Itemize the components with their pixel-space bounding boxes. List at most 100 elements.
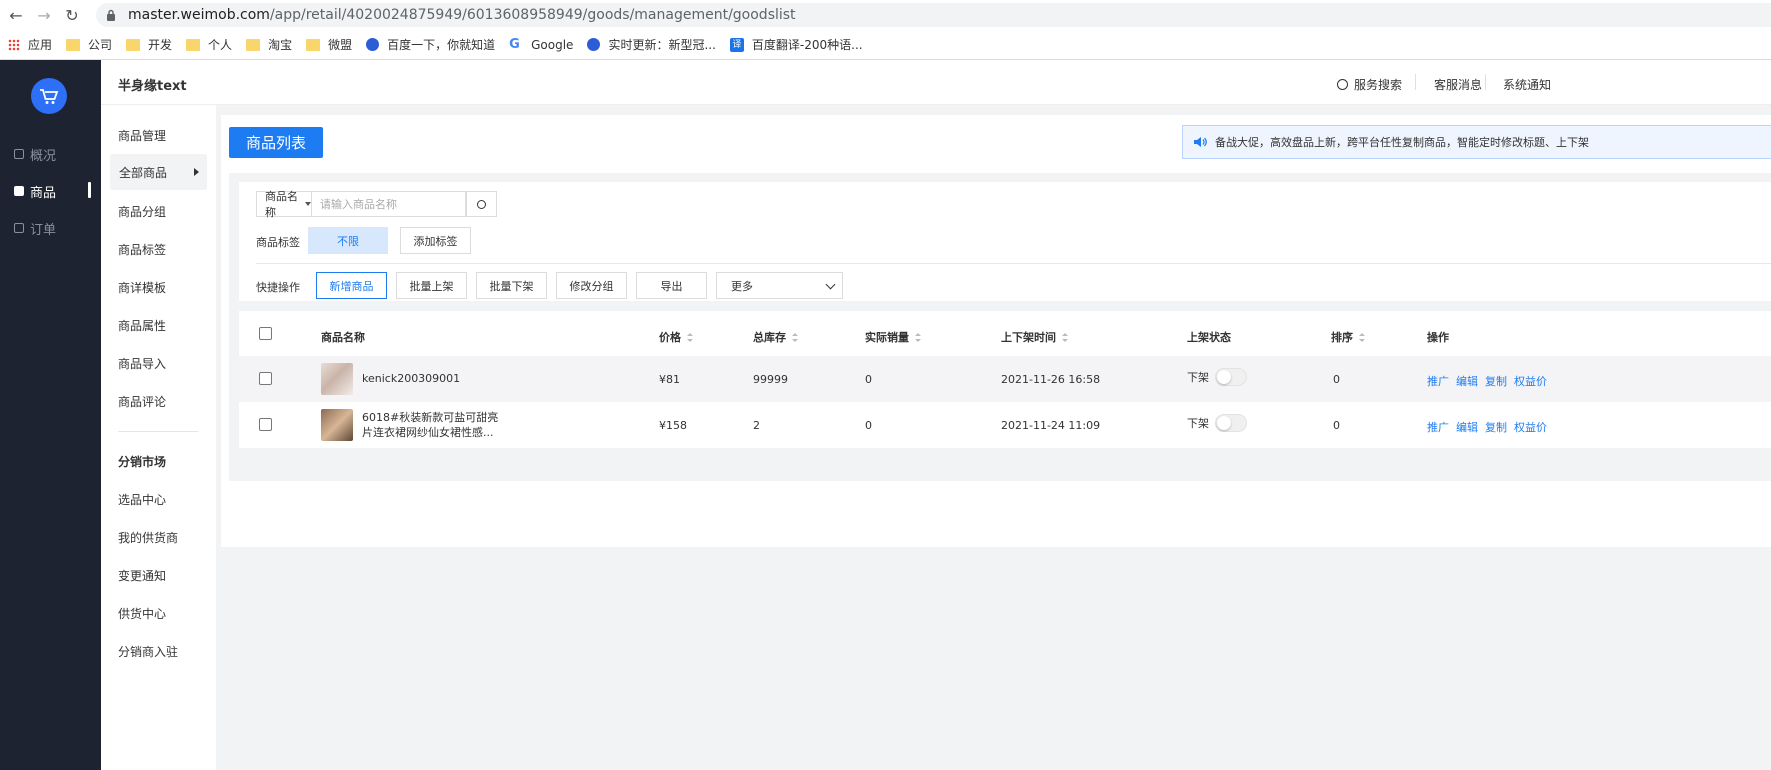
- submenu-goods-group[interactable]: 商品分组: [118, 203, 166, 220]
- batch-off-shelf-button[interactable]: 批量下架: [476, 272, 547, 299]
- submenu-goods-review[interactable]: 商品评论: [118, 393, 166, 410]
- product-time: 2021-11-26 16:58: [1001, 373, 1101, 386]
- tag-any-button[interactable]: 不限: [308, 227, 388, 254]
- cart-logo-icon[interactable]: [31, 78, 67, 114]
- bookmark-folder[interactable]: 开发: [126, 36, 172, 53]
- overview-icon: [14, 149, 24, 159]
- bookmark-news[interactable]: 实时更新：新型冠...: [587, 36, 716, 53]
- search-button[interactable]: [466, 191, 497, 217]
- search-icon: [1337, 79, 1348, 90]
- benefit-price-link[interactable]: 权益价: [1514, 419, 1547, 435]
- submenu-distributor-join[interactable]: 分销商入驻: [118, 643, 178, 660]
- submenu-goods-import[interactable]: 商品导入: [118, 355, 166, 372]
- tag-filter-label: 商品标签: [256, 236, 300, 249]
- submenu-supply-center[interactable]: 供货中心: [118, 605, 166, 622]
- bookmark-apps[interactable]: 应用: [8, 36, 52, 53]
- sort-icon: [915, 332, 921, 342]
- content-area: 商品名称 商品标签 不限 添加标签 快捷操作 新增商品 批量上架 批量下架 修改…: [229, 173, 1771, 481]
- submenu-goods-management[interactable]: 商品管理: [118, 127, 166, 144]
- bookmark-folder[interactable]: 淘宝: [246, 36, 292, 53]
- benefit-price-link[interactable]: 权益价: [1514, 373, 1547, 389]
- promote-link[interactable]: 推广: [1427, 373, 1449, 389]
- submenu-my-suppliers[interactable]: 我的供货商: [118, 529, 178, 546]
- product-status: 下架: [1187, 371, 1209, 384]
- product-time: 2021-11-24 11:09: [1001, 419, 1101, 432]
- product-thumbnail[interactable]: [321, 363, 353, 395]
- field-select-label: 商品名称: [265, 190, 298, 219]
- batch-on-shelf-button[interactable]: 批量上架: [396, 272, 467, 299]
- bookmark-label: 个人: [208, 38, 233, 52]
- col-header-time[interactable]: 上下架时间: [1001, 329, 1068, 345]
- submenu-all-goods[interactable]: 全部商品: [110, 154, 207, 190]
- submenu-detail-template[interactable]: 商详模板: [118, 279, 166, 296]
- bookmark-google[interactable]: G Google: [509, 37, 573, 52]
- select-all-checkbox[interactable]: [259, 327, 272, 340]
- row-checkbox[interactable]: [259, 372, 272, 385]
- sort-icon: [1062, 332, 1068, 342]
- search-icon: [477, 199, 486, 209]
- col-header-stock[interactable]: 总库存: [753, 329, 798, 345]
- col-header-ops: 操作: [1427, 331, 1449, 344]
- submenu-selection-center[interactable]: 选品中心: [118, 491, 166, 508]
- change-group-button[interactable]: 修改分组: [556, 272, 627, 299]
- search-group: 商品名称: [256, 190, 466, 219]
- edit-link[interactable]: 编辑: [1456, 419, 1478, 435]
- apps-grid-icon: [8, 38, 20, 51]
- bookmark-folder[interactable]: 公司: [66, 36, 112, 53]
- col-header-sales[interactable]: 实际销量: [865, 329, 921, 345]
- page-title-tab[interactable]: 商品列表: [229, 127, 323, 158]
- product-thumbnail[interactable]: [321, 409, 353, 441]
- speaker-icon: [1193, 136, 1207, 148]
- bookmark-folder[interactable]: 个人: [186, 36, 232, 53]
- edit-link[interactable]: 编辑: [1456, 373, 1478, 389]
- service-search-link[interactable]: 服务搜索: [1337, 76, 1402, 93]
- field-select[interactable]: 商品名称: [257, 190, 312, 219]
- filter-panel: 商品名称 商品标签 不限 添加标签 快捷操作 新增商品 批量上架 批量下架 修改…: [239, 182, 1771, 301]
- product-name[interactable]: kenick200309001: [362, 372, 460, 385]
- bookmark-translate[interactable]: 译百度翻译-200种语...: [729, 36, 863, 53]
- sidebar-item-overview[interactable]: 概况: [14, 144, 56, 164]
- reload-icon[interactable]: ↻: [58, 1, 86, 29]
- more-select[interactable]: 更多: [716, 272, 843, 299]
- sidebar-item-goods[interactable]: 商品: [14, 181, 56, 201]
- table-row: kenick200309001 ¥81 99999 0 2021-11-26 1…: [239, 356, 1771, 402]
- search-input[interactable]: [312, 192, 465, 216]
- table-row: 6018#秋装新款可盐可甜亮片连衣裙网纱仙女裙性感... ¥158 2 0 20…: [239, 402, 1771, 448]
- back-icon[interactable]: ←: [2, 1, 30, 29]
- shelf-toggle[interactable]: [1215, 368, 1247, 386]
- main-sidebar: 概况 商品 订单: [0, 60, 101, 770]
- sidebar-item-orders[interactable]: 订单: [14, 218, 56, 238]
- product-status: 下架: [1187, 417, 1209, 430]
- customer-message-link[interactable]: 客服消息: [1434, 76, 1482, 93]
- bookmark-baidu[interactable]: 百度一下，你就知道: [366, 36, 495, 53]
- shelf-toggle[interactable]: [1215, 414, 1247, 432]
- divider: [1485, 74, 1486, 90]
- col-header-status: 上架状态: [1187, 331, 1231, 344]
- shop-name[interactable]: 半身缘text: [118, 75, 187, 94]
- divider: [256, 263, 1771, 264]
- add-goods-button[interactable]: 新增商品: [316, 272, 387, 299]
- row-checkbox[interactable]: [259, 418, 272, 431]
- submenu-goods-tag[interactable]: 商品标签: [118, 241, 166, 258]
- submenu-group-title: 分销市场: [118, 455, 167, 469]
- col-header-price[interactable]: 价格: [659, 329, 693, 345]
- address-bar[interactable]: master.weimob.com/app/retail/40200248759…: [96, 3, 1771, 27]
- col-header-sort[interactable]: 排序: [1331, 329, 1365, 345]
- bookmark-folder[interactable]: 微盟: [306, 36, 352, 53]
- copy-link[interactable]: 复制: [1485, 373, 1507, 389]
- add-tag-button[interactable]: 添加标签: [400, 227, 471, 254]
- top-header: 半身缘text 服务搜索 客服消息 系统通知: [101, 60, 1771, 105]
- bookmark-label: 应用: [28, 38, 53, 52]
- notice-bar[interactable]: 备战大促，高效盘品上新，跨平台任性复制商品，智能定时修改标题、上下架: [1182, 125, 1771, 159]
- bookmarks-bar: 应用 公司 开发 个人 淘宝 微盟 百度一下，你就知道 G Google 实时更新…: [0, 30, 1771, 60]
- url-host: master.weimob.com: [128, 7, 270, 23]
- folder-icon: [66, 38, 81, 51]
- forward-icon[interactable]: →: [30, 1, 58, 29]
- copy-link[interactable]: 复制: [1485, 419, 1507, 435]
- product-name[interactable]: 6018#秋装新款可盐可甜亮片连衣裙网纱仙女裙性感...: [362, 410, 502, 440]
- submenu-goods-attr[interactable]: 商品属性: [118, 317, 166, 334]
- submenu-change-notice[interactable]: 变更通知: [118, 567, 166, 584]
- export-button[interactable]: 导出: [636, 272, 707, 299]
- promote-link[interactable]: 推广: [1427, 419, 1449, 435]
- system-notice-link[interactable]: 系统通知: [1503, 76, 1551, 93]
